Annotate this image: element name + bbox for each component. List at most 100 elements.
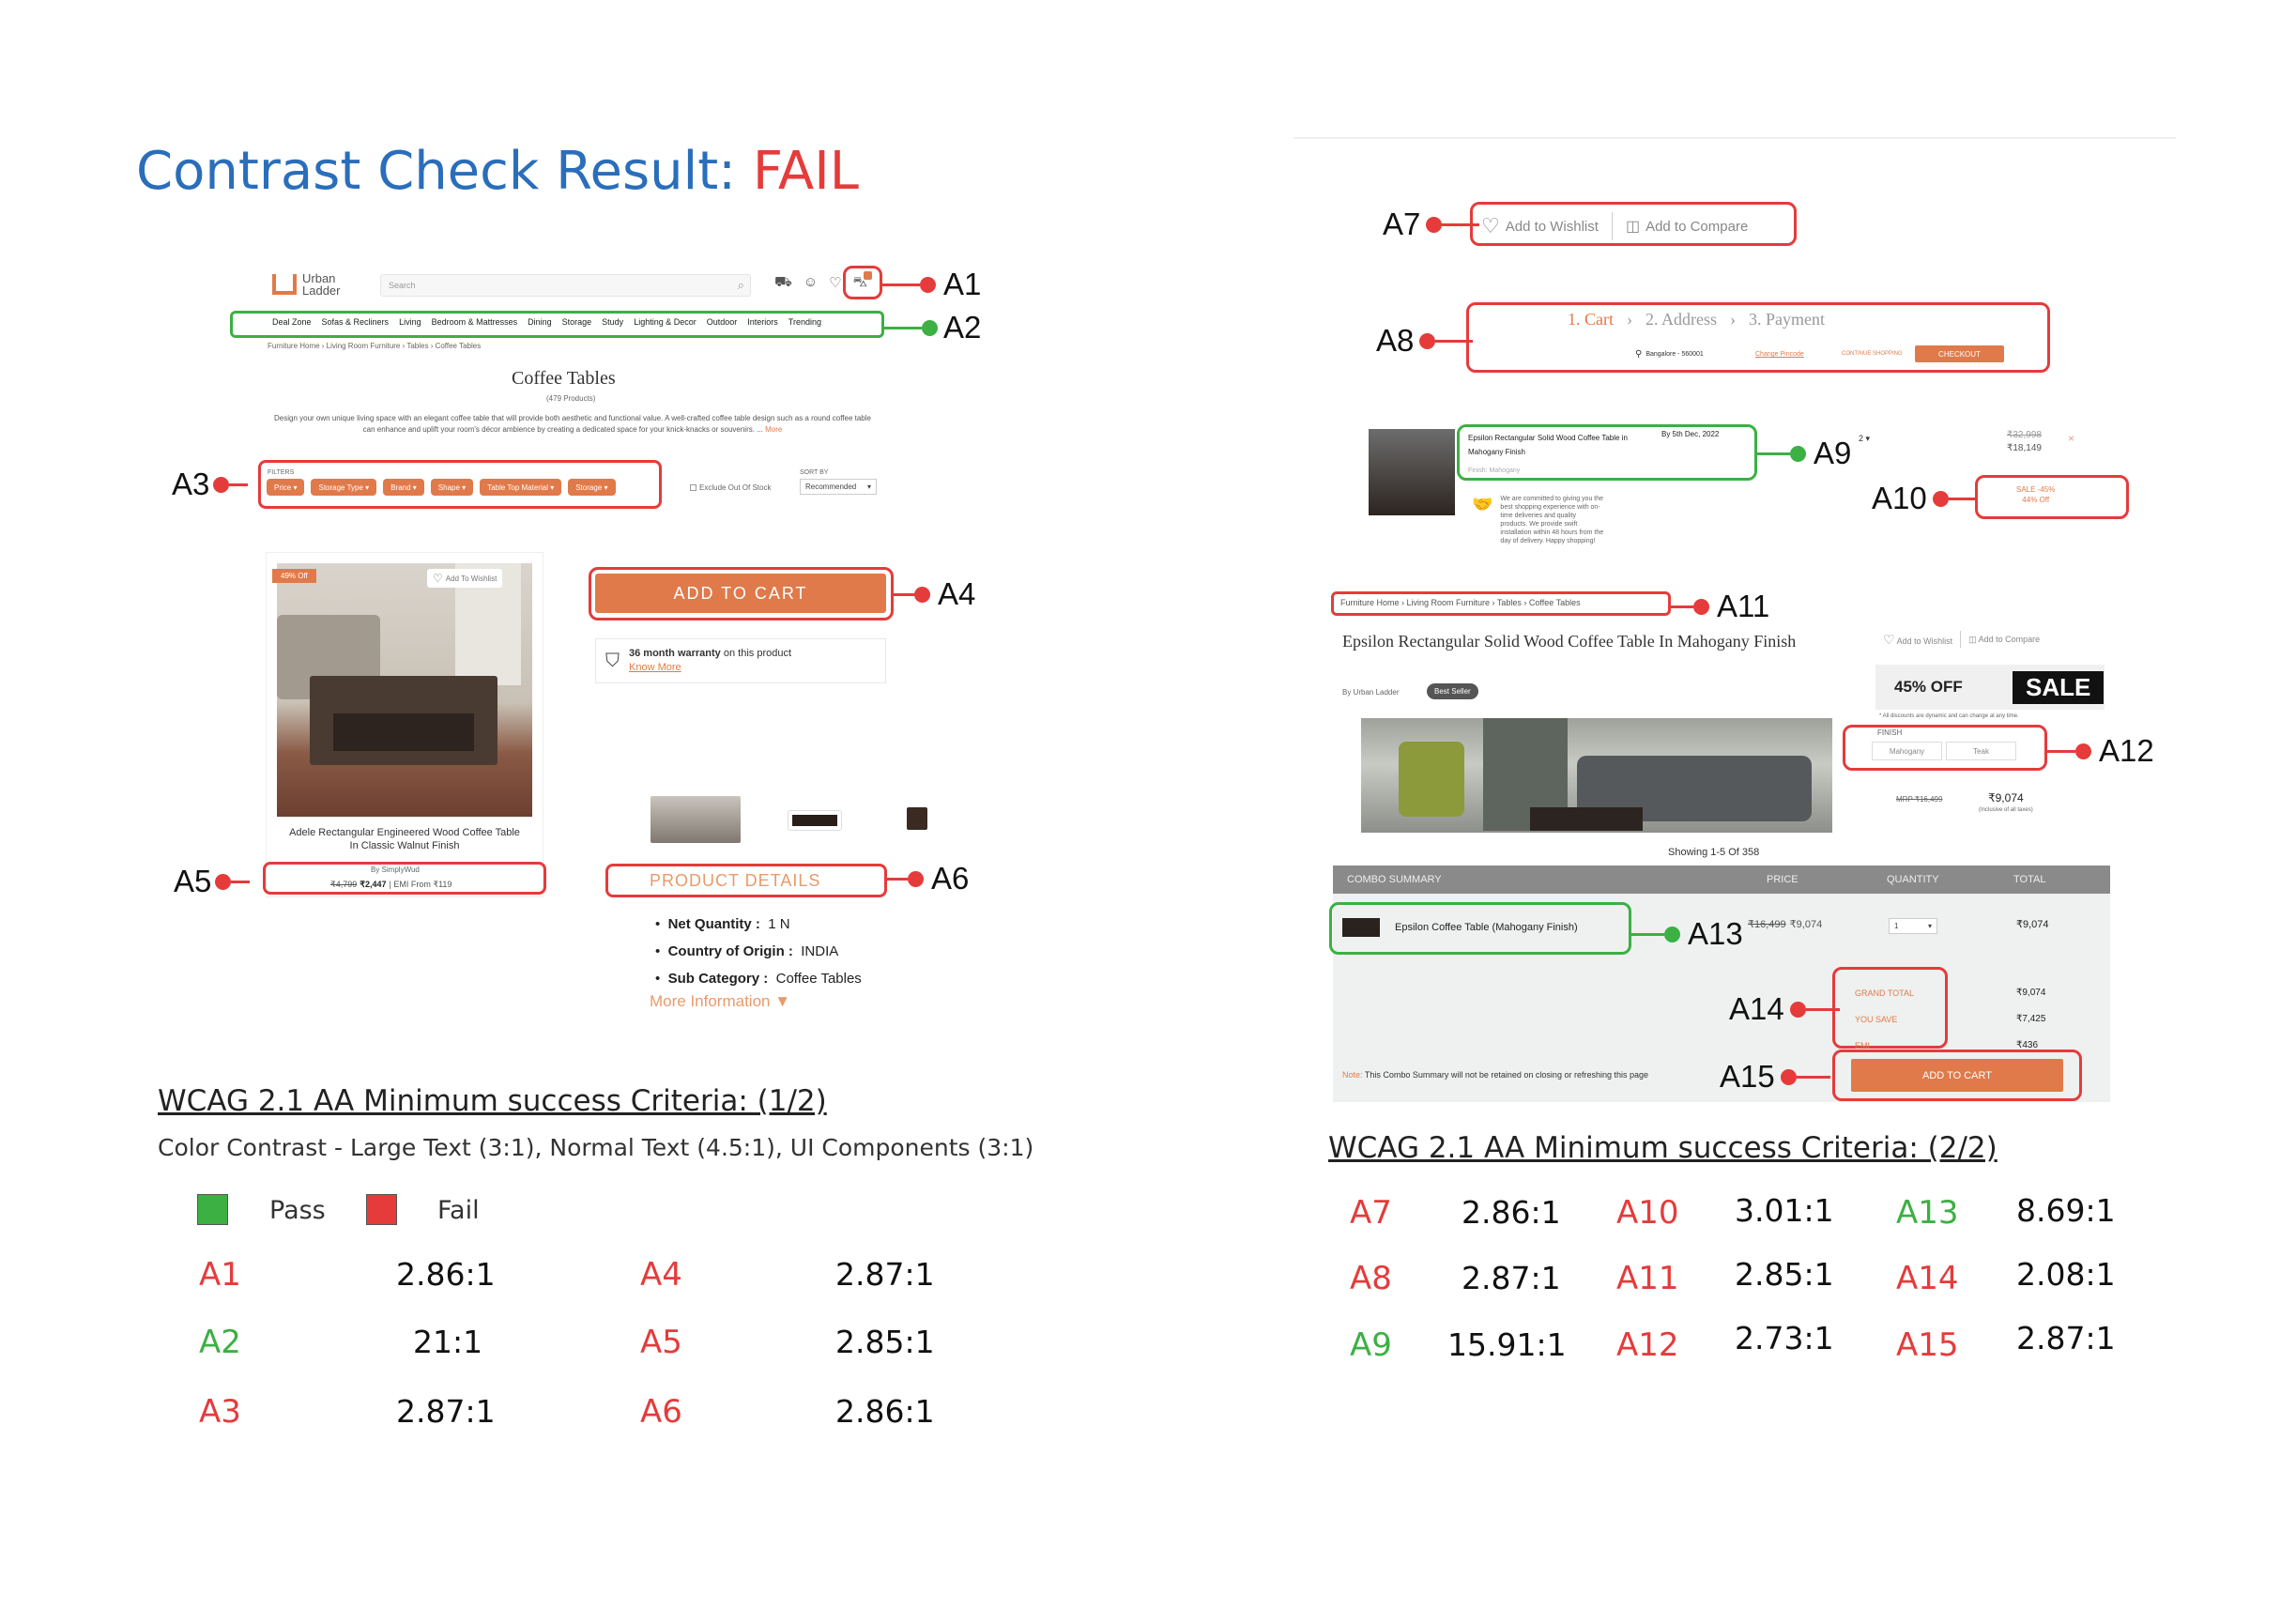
- thumbnail[interactable]: [651, 796, 741, 843]
- price-emi: | EMI From ₹119: [389, 880, 452, 889]
- search-icon[interactable]: ⌕: [738, 278, 744, 293]
- nav-item[interactable]: Dining: [528, 317, 552, 327]
- legend-fail-swatch: [366, 1194, 397, 1225]
- sort-select[interactable]: Recommended ▾: [800, 479, 877, 495]
- summary-keys: GRAND TOTAL YOU SAVE EMI: [1855, 980, 1914, 1059]
- product-image[interactable]: [277, 563, 532, 817]
- exclude-label: Exclude Out Of Stock: [699, 483, 772, 492]
- nav-item[interactable]: Trending: [788, 317, 821, 327]
- pin-icon: ⚲: [1635, 349, 1643, 360]
- pdp-price: ₹9,074: [1988, 791, 2024, 804]
- filter-storage-type[interactable]: Storage Type ▾: [311, 479, 377, 496]
- compare-icon: ◫: [1625, 219, 1641, 235]
- location-text: Bangalore - 560001: [1645, 351, 1704, 358]
- warranty-rest: on this product: [720, 648, 792, 659]
- legend-pass-label: Pass: [269, 1196, 326, 1225]
- shield-icon: ⛉: [605, 650, 620, 671]
- annotation-a7: A7: [1383, 207, 1480, 242]
- warranty-box: ⛉ 36 month warranty on this product Know…: [595, 638, 886, 683]
- pdp-wishlist-link[interactable]: ♡ Add to Wishlist: [1883, 632, 1952, 648]
- breadcrumb[interactable]: Furniture Home › Living Room Furniture ›…: [268, 342, 481, 350]
- search-input[interactable]: Search ⌕: [380, 274, 751, 297]
- combo-header-quantity: QUANTITY: [1887, 874, 1939, 885]
- thumbnail[interactable]: [788, 810, 842, 831]
- location-row: ⚲ Bangalore - 560001: [1635, 349, 1704, 360]
- cart-qty[interactable]: 2 ▾: [1859, 434, 1870, 444]
- filter-price[interactable]: Price ▾: [267, 479, 305, 496]
- result-id: A15: [1896, 1326, 1959, 1364]
- pdp-compare-link[interactable]: ◫ Add to Compare: [1968, 635, 2040, 645]
- nav-item[interactable]: Deal Zone: [272, 317, 312, 327]
- cart-item-name[interactable]: Epsilon Rectangular Solid Wood Coffee Ta…: [1468, 431, 1656, 459]
- finish-option-teak[interactable]: Teak: [1946, 742, 2016, 760]
- checkbox[interactable]: [690, 484, 696, 491]
- filter-shape[interactable]: Shape ▾: [430, 479, 474, 496]
- product-price: ₹4,799 ₹2,447 | EMI From ₹119: [330, 880, 452, 890]
- nav-item[interactable]: Bedroom & Mattresses: [432, 317, 518, 327]
- checkout-button[interactable]: CHECKOUT: [1915, 345, 2004, 362]
- heart-icon: ♡: [1883, 631, 1895, 647]
- nav-item[interactable]: Outdoor: [707, 317, 738, 327]
- highlight-a1: [843, 266, 882, 299]
- know-more-link[interactable]: Know More: [629, 661, 791, 675]
- combo-add-to-cart-button[interactable]: ADD TO CART: [1851, 1059, 2063, 1092]
- wishlist-compare-bar: ♡ Add to Wishlist ◫ Add to Compare: [1481, 212, 1748, 240]
- nav-item[interactable]: Living: [399, 317, 421, 327]
- change-pincode-link[interactable]: Change Pincode: [1755, 351, 1804, 358]
- filter-table-top-material[interactable]: Table Top Material ▾: [480, 479, 562, 496]
- thumbnail[interactable]: [907, 807, 927, 830]
- by-brand[interactable]: By Urban Ladder: [1342, 688, 1399, 697]
- result-id: A5: [640, 1324, 682, 1361]
- filter-label: Table Top Material: [487, 483, 548, 492]
- annotation-a11: A11: [1671, 589, 1769, 624]
- nav-item[interactable]: Sofas & Recliners: [322, 317, 390, 327]
- pdp-breadcrumb[interactable]: Furniture Home › Living Room Furniture ›…: [1340, 598, 1581, 607]
- compare-link[interactable]: ◫ Add to Compare: [1626, 217, 1748, 236]
- price-strike: ₹32,998: [2007, 430, 2042, 440]
- step-address[interactable]: 2. Address: [1645, 310, 1717, 329]
- pdp-hero-image[interactable]: [1361, 718, 1832, 833]
- nav-item[interactable]: Interiors: [747, 317, 778, 327]
- finish-option-mahogany[interactable]: Mahogany: [1872, 742, 1942, 760]
- combo-item-price: ₹16,499 ₹9,074: [1748, 918, 1822, 930]
- product-details-heading[interactable]: PRODUCT DETAILS: [650, 871, 820, 891]
- wishlist-link[interactable]: ♡ Add to Wishlist: [1481, 214, 1599, 238]
- nav-item[interactable]: Storage: [562, 317, 592, 327]
- filter-storage[interactable]: Storage ▾: [568, 479, 616, 496]
- truck-icon[interactable]: ⛟: [774, 274, 792, 292]
- description-more[interactable]: More: [765, 425, 782, 434]
- combo-new-price: ₹9,074: [1789, 919, 1823, 930]
- nav-item[interactable]: Study: [602, 317, 623, 327]
- annotation-a10: A10: [1872, 481, 1977, 516]
- product-name[interactable]: Adele Rectangular Engineered Wood Coffee…: [286, 826, 523, 852]
- filter-brand[interactable]: Brand ▾: [383, 479, 424, 496]
- add-to-cart-button[interactable]: ADD TO CART: [595, 574, 886, 613]
- cart-item-image[interactable]: [1369, 429, 1455, 515]
- exclude-out-of-stock[interactable]: Exclude Out Of Stock: [690, 483, 771, 492]
- user-icon[interactable]: ☺: [804, 274, 818, 292]
- logo-line2: Ladder: [302, 283, 341, 298]
- checkout-steps: 1. Cart › 2. Address › 3. Payment: [1568, 310, 1825, 329]
- step-payment[interactable]: 3. Payment: [1749, 310, 1825, 329]
- result-id: A11: [1616, 1260, 1679, 1297]
- result-ratio: 2.86:1: [1462, 1194, 1561, 1231]
- step-cart[interactable]: 1. Cart: [1568, 310, 1614, 329]
- commitment-block: 🤝 We are committed to giving you the bes…: [1472, 495, 1603, 545]
- remove-item-icon[interactable]: ×: [2068, 432, 2074, 445]
- annotation-label: A9: [1814, 436, 1852, 470]
- annotation-a14: A14: [1729, 991, 1840, 1027]
- annotation-a6: A6: [887, 861, 969, 896]
- add-to-wishlist-chip[interactable]: ♡ Add To Wishlist: [427, 569, 503, 588]
- result-id: A6: [640, 1393, 682, 1431]
- top-divider: [1293, 137, 2176, 139]
- combo-qty-select[interactable]: 1 ▾: [1889, 918, 1937, 934]
- table-shape: [1530, 807, 1643, 831]
- combo-qty-value: 1: [1894, 922, 1899, 930]
- logo[interactable]: Urban Ladder: [272, 272, 340, 297]
- off-text: 45% OFF: [1894, 678, 1963, 696]
- nav-item[interactable]: Lighting & Decor: [634, 317, 696, 327]
- heart-icon[interactable]: ♡: [829, 274, 841, 292]
- combo-item-name[interactable]: Epsilon Coffee Table (Mahogany Finish): [1395, 922, 1578, 933]
- more-information-link[interactable]: More Information ▼: [650, 992, 790, 1011]
- continue-shopping-link[interactable]: CONTINUE SHOPPING: [1842, 351, 1903, 357]
